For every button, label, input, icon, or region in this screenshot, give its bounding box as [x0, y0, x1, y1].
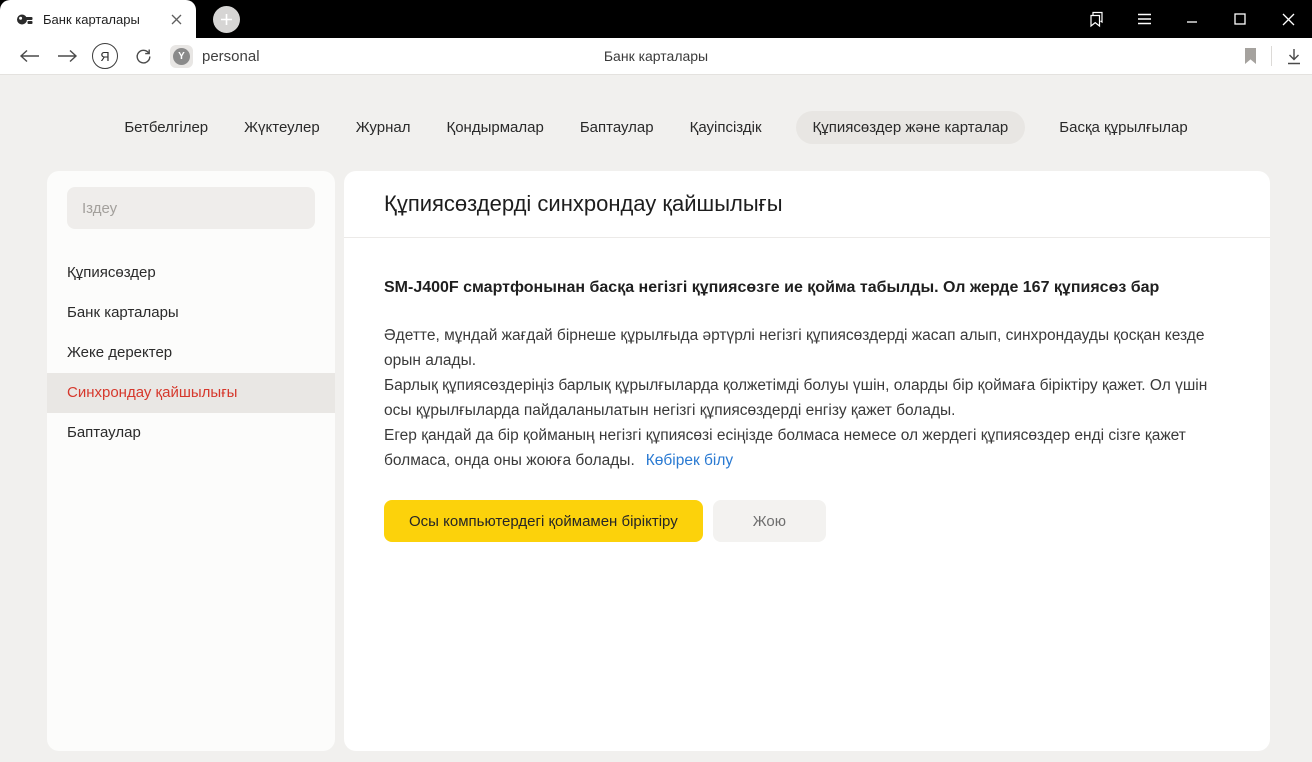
maximize-icon[interactable] — [1216, 0, 1264, 38]
side-panel-icon[interactable] — [1072, 0, 1120, 38]
refresh-icon[interactable] — [124, 41, 162, 71]
window-tab-bar: Банк карталары — [0, 0, 1312, 38]
tab-bookmarks[interactable]: Бетбелгілер — [122, 111, 210, 144]
tab-history[interactable]: Журнал — [354, 111, 413, 144]
action-buttons: Осы компьютердегі қоймамен біріктіру Жою — [384, 500, 1230, 542]
sidebar-item-personal-data[interactable]: Жеке деректер — [47, 333, 335, 373]
tab-security[interactable]: Қауіпсіздік — [688, 111, 764, 144]
description-paragraph: Егер қандай да бір қойманың негізгі құпи… — [384, 423, 1224, 473]
forward-icon[interactable] — [48, 41, 86, 71]
conflict-alert-title: SM-J400F смартфонынан басқа негізгі құпи… — [384, 275, 1199, 300]
tab-downloads[interactable]: Жүктеулер — [242, 111, 322, 144]
sidebar-item-bank-cards[interactable]: Банк карталары — [47, 293, 335, 333]
description-paragraph: Әдетте, мұндай жағдай бірнеше құрылғыда … — [384, 323, 1224, 373]
main-body: SM-J400F смартфонынан басқа негізгі құпи… — [344, 238, 1270, 542]
profile-chip[interactable]: Y personal — [170, 45, 260, 68]
menu-icon[interactable] — [1120, 0, 1168, 38]
sidebar: Құпиясөздер Банк карталары Жеке деректер… — [47, 171, 335, 751]
learn-more-link[interactable]: Көбірек білу — [646, 452, 733, 469]
download-icon[interactable] — [1286, 48, 1302, 65]
sidebar-menu: Құпиясөздер Банк карталары Жеке деректер… — [47, 253, 335, 453]
search-input[interactable] — [67, 187, 315, 229]
tab-title: Банк карталары — [43, 12, 156, 27]
sidebar-item-sync-conflict[interactable]: Синхрондау қайшылығы — [47, 373, 335, 413]
tab-other-devices[interactable]: Басқа құрылғылар — [1057, 111, 1189, 144]
description-paragraph: Барлық құпиясөздеріңіз барлық құрылғылар… — [384, 373, 1224, 423]
protect-icon: Y — [170, 45, 193, 68]
minimize-icon[interactable] — [1168, 0, 1216, 38]
main-header: Құпиясөздерді синхрондау қайшылығы — [344, 171, 1270, 238]
content-area: Құпиясөздер Банк карталары Жеке деректер… — [47, 171, 1270, 751]
tab-settings[interactable]: Баптаулар — [578, 111, 656, 144]
bookmark-icon[interactable] — [1244, 48, 1257, 65]
browser-tab[interactable]: Банк карталары — [0, 0, 196, 38]
delete-button[interactable]: Жою — [713, 500, 826, 542]
window-controls — [1072, 0, 1312, 38]
tab-extensions[interactable]: Қондырмалар — [444, 111, 545, 144]
merge-with-local-storage-button[interactable]: Осы компьютердегі қоймамен біріктіру — [384, 500, 703, 542]
back-icon[interactable] — [10, 41, 48, 71]
main-panel: Құпиясөздерді синхрондау қайшылығы SM-J4… — [344, 171, 1270, 751]
profile-name: personal — [202, 48, 260, 65]
toolbar-divider — [1271, 46, 1272, 66]
page-title: Құпиясөздерді синхрондау қайшылығы — [384, 191, 783, 217]
tab-close-icon[interactable] — [166, 9, 186, 29]
conflict-description: Әдетте, мұндай жағдай бірнеше құрылғыда … — [384, 323, 1224, 473]
close-icon[interactable] — [1264, 0, 1312, 38]
tab-passwords-and-cards[interactable]: Құпиясөздер және карталар — [796, 111, 1026, 144]
toolbar-right-group — [1244, 46, 1302, 66]
browser-toolbar: Банк карталары Я Y personal — [0, 38, 1312, 75]
settings-nav-tabs: Бетбелгілер Жүктеулер Журнал Қондырмалар… — [0, 111, 1312, 144]
sidebar-item-settings[interactable]: Баптаулар — [47, 413, 335, 453]
yandex-logo-icon[interactable]: Я — [86, 41, 124, 71]
sidebar-item-passwords[interactable]: Құпиясөздер — [47, 253, 335, 293]
new-tab-button[interactable] — [213, 6, 240, 33]
key-favicon-icon — [16, 11, 33, 28]
